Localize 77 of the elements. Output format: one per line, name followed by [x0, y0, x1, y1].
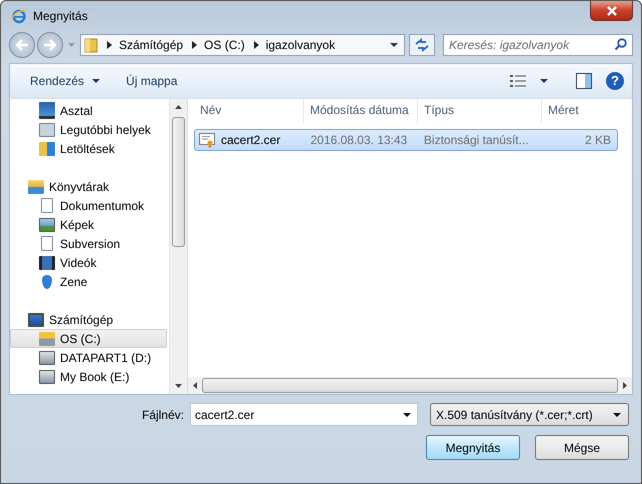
place-icon	[39, 102, 55, 119]
forward-button[interactable]	[37, 32, 63, 58]
browser-logo-icon	[11, 8, 27, 24]
group-icon	[28, 312, 44, 326]
place-icon	[39, 332, 55, 346]
file-size: 2 KB	[584, 133, 612, 147]
place-icon	[41, 236, 53, 251]
nav-group[interactable]: Számítógép	[10, 310, 167, 329]
dropdown-caret-icon[interactable]	[403, 413, 411, 417]
file-name: cacert2.cer	[221, 133, 280, 147]
column-header[interactable]: Méret	[542, 99, 618, 123]
cancel-button[interactable]: Mégse	[535, 435, 629, 460]
chevron-icon[interactable]	[254, 41, 259, 49]
file-row[interactable]: cacert2.cer 2016.08.03. 13:43 Biztonsági tanúsít... 2 KB	[194, 129, 618, 151]
chevron-icon[interactable]	[192, 41, 198, 49]
forward-arrow-icon	[43, 39, 57, 51]
toolbar-button[interactable]: Új mappa	[120, 72, 184, 90]
breadcrumb[interactable]: igazolvanyok	[266, 38, 336, 52]
nav-item[interactable]: Asztal	[10, 101, 167, 120]
back-arrow-icon	[15, 39, 29, 51]
nav-item[interactable]: Legutóbbi helyek	[10, 120, 167, 139]
scroll-left-icon[interactable]	[193, 382, 197, 389]
place-icon	[39, 218, 55, 232]
file-date: 2016.08.03. 13:43	[309, 133, 408, 147]
certificate-icon	[199, 132, 215, 148]
dropdown-caret-icon	[92, 79, 100, 83]
nav-item[interactable]: OS (C:)	[10, 329, 167, 348]
breadcrumb[interactable]: Számítógép	[119, 38, 184, 52]
window-title: Megnyitás	[33, 9, 88, 23]
scroll-up-icon[interactable]	[175, 105, 182, 109]
place-icon	[39, 142, 55, 156]
file-type: Biztonsági tanúsít...	[422, 133, 530, 147]
column-header[interactable]: Módosítás dátuma	[304, 99, 418, 123]
horizontal-scrollbar[interactable]	[188, 377, 632, 394]
dropdown-caret-icon	[613, 412, 621, 416]
view-options-caret-icon[interactable]	[540, 79, 548, 83]
search-icon	[614, 38, 627, 51]
dropdown-caret-icon[interactable]	[390, 43, 398, 47]
scroll-right-icon[interactable]	[623, 382, 627, 389]
search-field[interactable]: Keresés: igazolvanyok	[443, 34, 633, 56]
filename-label: Fájlnév:	[142, 408, 184, 422]
group-icon	[28, 180, 44, 194]
chevron-icon[interactable]	[107, 41, 112, 49]
place-icon	[39, 122, 55, 136]
vertical-scrollbar[interactable]	[169, 99, 187, 394]
folder-icon	[84, 37, 98, 53]
nav-item[interactable]: Subversion	[10, 234, 167, 253]
toolbar-button[interactable]: Rendezés	[24, 72, 106, 90]
nav-item[interactable]: My Book (E:)	[10, 367, 167, 386]
place-icon	[42, 274, 52, 288]
breadcrumb[interactable]: OS (C:)	[204, 38, 245, 52]
scroll-down-icon[interactable]	[175, 384, 182, 388]
nav-item[interactable]: DATAPART1 (D:)	[10, 348, 167, 367]
filename-field[interactable]: cacert2.cer	[190, 403, 418, 426]
column-header[interactable]: Típus	[418, 99, 542, 123]
open-button[interactable]: Megnyitás	[426, 435, 520, 460]
column-header[interactable]: Név	[194, 99, 304, 123]
place-icon	[41, 198, 53, 213]
nav-item[interactable]: Képek	[10, 215, 167, 234]
refresh-arrows-icon	[414, 38, 430, 52]
nav-group[interactable]: Könyvtárak	[10, 177, 167, 196]
place-icon	[39, 256, 55, 270]
address-bar[interactable]: Számítógép OS (C:) igazolvanyok	[80, 34, 405, 56]
help-button[interactable]: ?	[606, 72, 624, 90]
refresh-button[interactable]	[409, 34, 435, 56]
nav-item[interactable]: Zene	[10, 272, 167, 291]
close-icon	[606, 6, 618, 16]
close-button[interactable]	[590, 1, 633, 21]
back-button[interactable]	[9, 32, 35, 58]
nav-item[interactable]: Videók	[10, 253, 167, 272]
nav-item[interactable]: Dokumentumok	[10, 196, 167, 215]
nav-item[interactable]: Letöltések	[10, 139, 167, 158]
place-icon	[39, 370, 55, 384]
file-type-dropdown[interactable]: X.509 tanúsítvány (*.cer;*.crt)	[430, 403, 629, 426]
view-list-icon[interactable]	[510, 74, 526, 88]
place-icon	[39, 350, 55, 364]
preview-pane-icon[interactable]	[576, 73, 592, 89]
